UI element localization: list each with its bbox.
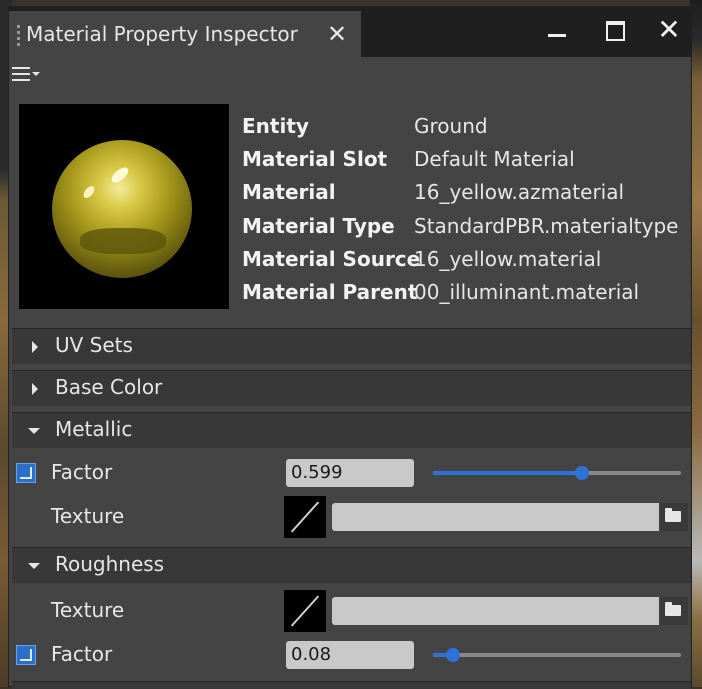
- info-row-entity: Entity Ground: [242, 111, 678, 144]
- sphere-reflection: [80, 228, 166, 254]
- roughness-factor-slider[interactable]: [433, 648, 681, 662]
- section-header-uv-sets[interactable]: UV Sets: [12, 328, 691, 364]
- chevron-down-icon[interactable]: [28, 428, 40, 434]
- section-label: Metallic: [55, 417, 133, 441]
- title-bar[interactable]: Material Property Inspector ✕ ✕: [9, 7, 691, 57]
- minimize-icon[interactable]: [539, 15, 575, 45]
- close-icon[interactable]: ✕: [327, 21, 347, 47]
- metallic-texture-path-field[interactable]: [332, 503, 659, 531]
- property-label: Texture: [51, 598, 125, 622]
- info-value: Default Material: [414, 147, 575, 172]
- metallic-factor-row: Factor 0.599: [12, 451, 691, 495]
- material-preview: [19, 104, 229, 309]
- info-value: 00_illuminant.material: [414, 279, 640, 304]
- info-key: Material Source: [242, 246, 421, 271]
- info-key: Material Type: [242, 213, 395, 238]
- info-row-material-type: Material Type StandardPBR.materialtype: [242, 211, 678, 244]
- section-header-metallic[interactable]: Metallic: [12, 412, 691, 448]
- property-label: Texture: [51, 504, 125, 528]
- section-label: UV Sets: [55, 333, 133, 357]
- roughness-texture-row: Texture: [12, 589, 691, 633]
- info-row-material-parent: Material Parent 00_illuminant.material: [242, 277, 678, 310]
- override-icon[interactable]: [16, 645, 36, 665]
- texture-thumbnail[interactable]: [284, 496, 326, 538]
- roughness-texture-path-field[interactable]: [332, 597, 659, 625]
- section-label: Roughness: [55, 552, 165, 576]
- metallic-factor-input[interactable]: 0.599: [286, 459, 414, 487]
- material-info: Entity Ground Material Slot Default Mate…: [242, 111, 678, 310]
- browse-button[interactable]: [660, 597, 688, 625]
- metallic-texture-row: Texture: [12, 495, 691, 539]
- section-header-base-color[interactable]: Base Color: [12, 370, 691, 406]
- section-label: Base Color: [55, 375, 163, 399]
- next-section-header[interactable]: [12, 681, 691, 689]
- info-key: Material Parent: [242, 279, 418, 304]
- browse-button[interactable]: [660, 503, 688, 531]
- info-key: Material: [242, 180, 336, 205]
- sphere-highlight: [109, 164, 131, 186]
- folder-icon: [665, 602, 681, 616]
- roughness-factor-input[interactable]: 0.08: [286, 641, 414, 669]
- inspector-window: Material Property Inspector ✕ ✕ Entity G…: [8, 6, 692, 689]
- slider-fill: [433, 471, 582, 475]
- slider-handle[interactable]: [574, 466, 589, 480]
- preview-sphere: [52, 140, 192, 278]
- window-title: Material Property Inspector: [26, 22, 298, 46]
- info-key: Material Slot: [242, 147, 388, 172]
- texture-thumbnail[interactable]: [284, 590, 326, 632]
- info-row-material-source: Material Source 16_yellow.material: [242, 244, 678, 277]
- property-label: Factor: [51, 642, 113, 666]
- info-row-material: Material 16_yellow.azmaterial: [242, 177, 678, 210]
- override-icon[interactable]: [16, 463, 36, 483]
- hamburger-menu-icon[interactable]: [12, 67, 30, 81]
- metallic-factor-slider[interactable]: [433, 466, 681, 480]
- section-header-roughness[interactable]: Roughness: [12, 547, 691, 583]
- window-tab[interactable]: Material Property Inspector ✕: [9, 11, 361, 57]
- chevron-right-icon[interactable]: [32, 383, 38, 395]
- grip-icon[interactable]: [17, 25, 20, 47]
- slider-handle[interactable]: [445, 648, 460, 662]
- info-value: 16_yellow.material: [414, 246, 602, 271]
- info-value: Ground: [414, 114, 488, 138]
- maximize-icon[interactable]: [597, 15, 633, 45]
- roughness-factor-row: Factor 0.08: [12, 633, 691, 677]
- info-key: Entity: [242, 114, 309, 138]
- folder-icon: [665, 508, 681, 522]
- menu-caret-icon[interactable]: [32, 72, 40, 76]
- property-label: Factor: [51, 460, 113, 484]
- toolbar: [9, 57, 691, 93]
- chevron-right-icon[interactable]: [32, 341, 38, 353]
- info-value: 16_yellow.azmaterial: [414, 180, 625, 205]
- chevron-down-icon[interactable]: [28, 563, 40, 569]
- info-value: StandardPBR.materialtype: [414, 213, 679, 238]
- close-window-icon[interactable]: ✕: [651, 15, 687, 45]
- info-row-material-slot: Material Slot Default Material: [242, 144, 678, 177]
- sphere-highlight: [81, 184, 97, 200]
